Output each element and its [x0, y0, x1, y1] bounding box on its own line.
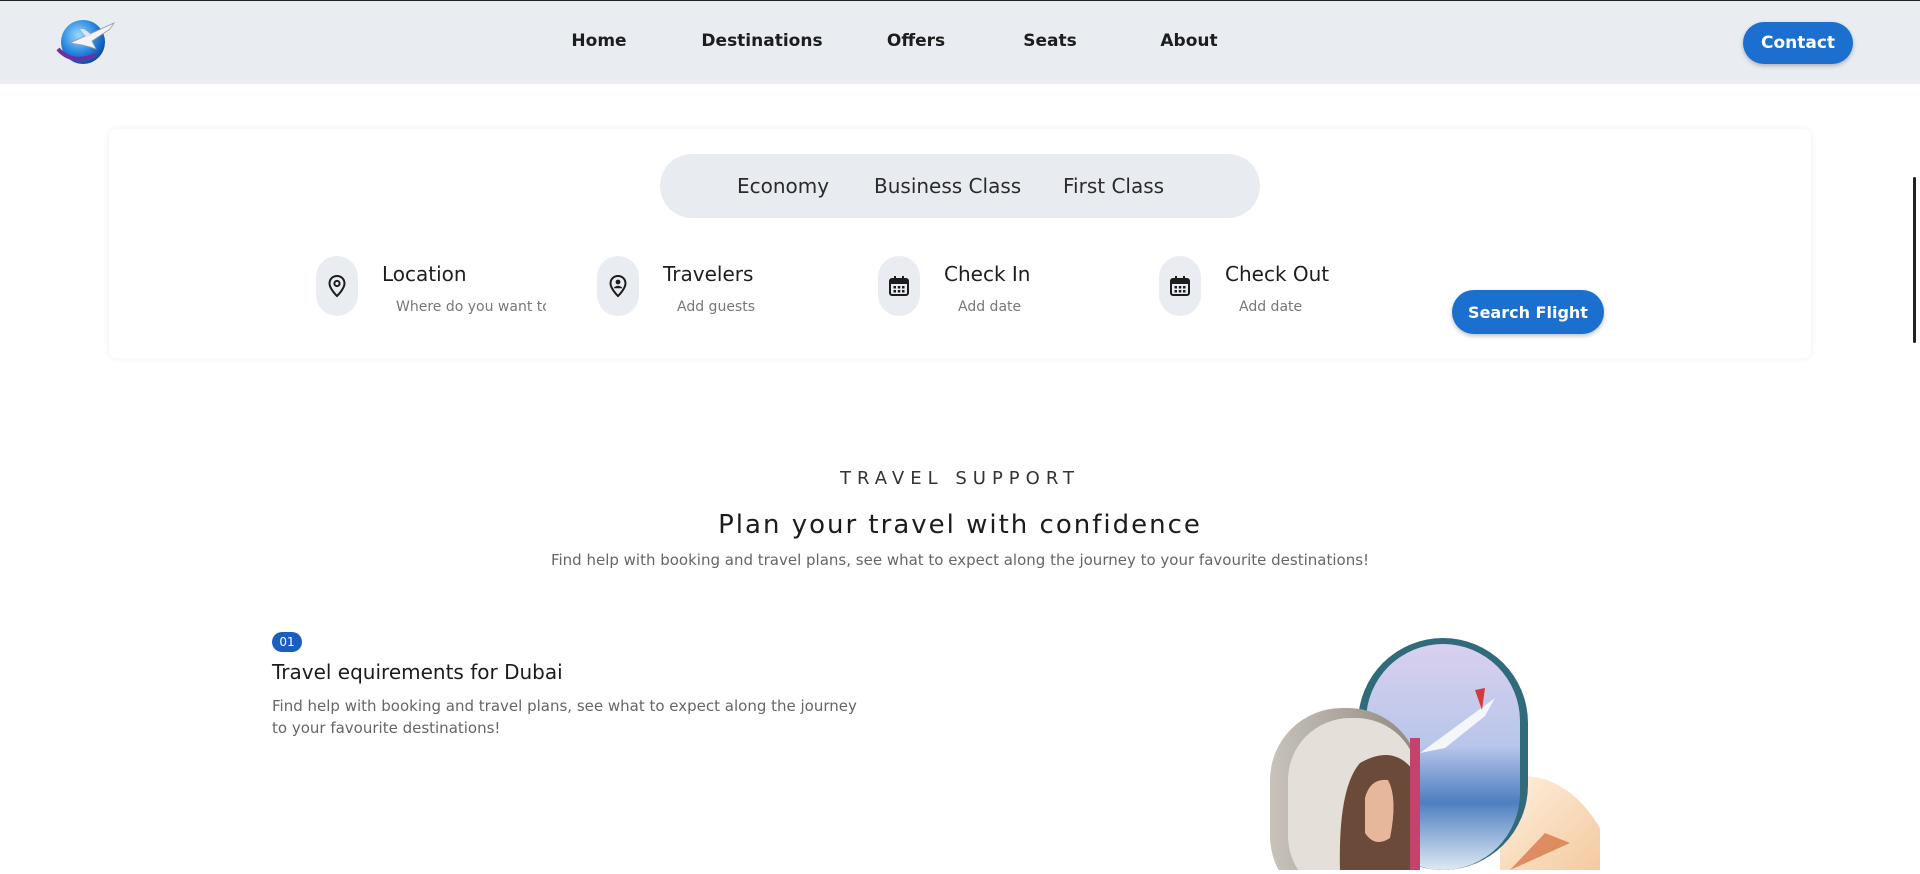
nav-seats[interactable]: Seats: [1023, 31, 1077, 51]
scrollbar-thumb[interactable]: [1913, 177, 1916, 343]
item-number-badge: 01: [272, 632, 302, 652]
tab-business-class[interactable]: Business Class: [874, 174, 1021, 198]
support-item-title: Travel equirements for Dubai: [272, 660, 563, 684]
user-pin-icon-wrap: [597, 256, 639, 316]
check-in-label: Check In: [944, 262, 1031, 286]
location-label: Location: [382, 262, 467, 286]
tab-economy[interactable]: Economy: [737, 174, 829, 198]
section-eyebrow: TRAVEL SUPPORT: [839, 468, 1081, 489]
contact-button[interactable]: Contact: [1743, 22, 1853, 64]
travelers-field: Travelers: [597, 256, 837, 316]
location-field: Location: [316, 256, 556, 316]
user-pin-icon: [609, 274, 627, 298]
nav-about[interactable]: About: [1160, 31, 1217, 51]
section-subtitle: Find help with booking and travel plans,…: [550, 551, 1370, 569]
class-tabs: Economy Business Class First Class: [660, 154, 1260, 218]
tab-first-class[interactable]: First Class: [1063, 174, 1164, 198]
check-out-field: Check Out: [1159, 256, 1399, 316]
travelers-input[interactable]: [677, 299, 827, 315]
support-item-description: Find help with booking and travel plans,…: [272, 697, 857, 737]
location-pin-icon: [328, 274, 346, 298]
calendar-icon-wrap: [1159, 256, 1201, 316]
nav-destinations[interactable]: Destinations: [701, 31, 822, 51]
check-in-field: Check In: [878, 256, 1118, 316]
travelers-label: Travelers: [663, 262, 754, 286]
check-in-input[interactable]: [958, 299, 1108, 315]
travel-image-collage: [1270, 638, 1600, 874]
nav-home[interactable]: Home: [571, 31, 626, 51]
location-pin-icon-wrap: [316, 256, 358, 316]
navbar: Home Destinations Offers Seats About Con…: [0, 1, 1920, 84]
calendar-icon: [889, 276, 909, 296]
check-out-label: Check Out: [1225, 262, 1330, 286]
search-flight-button[interactable]: Search Flight: [1452, 290, 1604, 334]
calendar-icon: [1170, 276, 1190, 296]
section-title: Plan your travel with confidence: [718, 510, 1202, 540]
check-out-input[interactable]: [1239, 299, 1389, 315]
calendar-icon-wrap: [878, 256, 920, 316]
location-input[interactable]: [396, 299, 546, 315]
nav-offers[interactable]: Offers: [887, 31, 945, 51]
main-nav: Home Destinations Offers Seats About: [0, 31, 1920, 55]
